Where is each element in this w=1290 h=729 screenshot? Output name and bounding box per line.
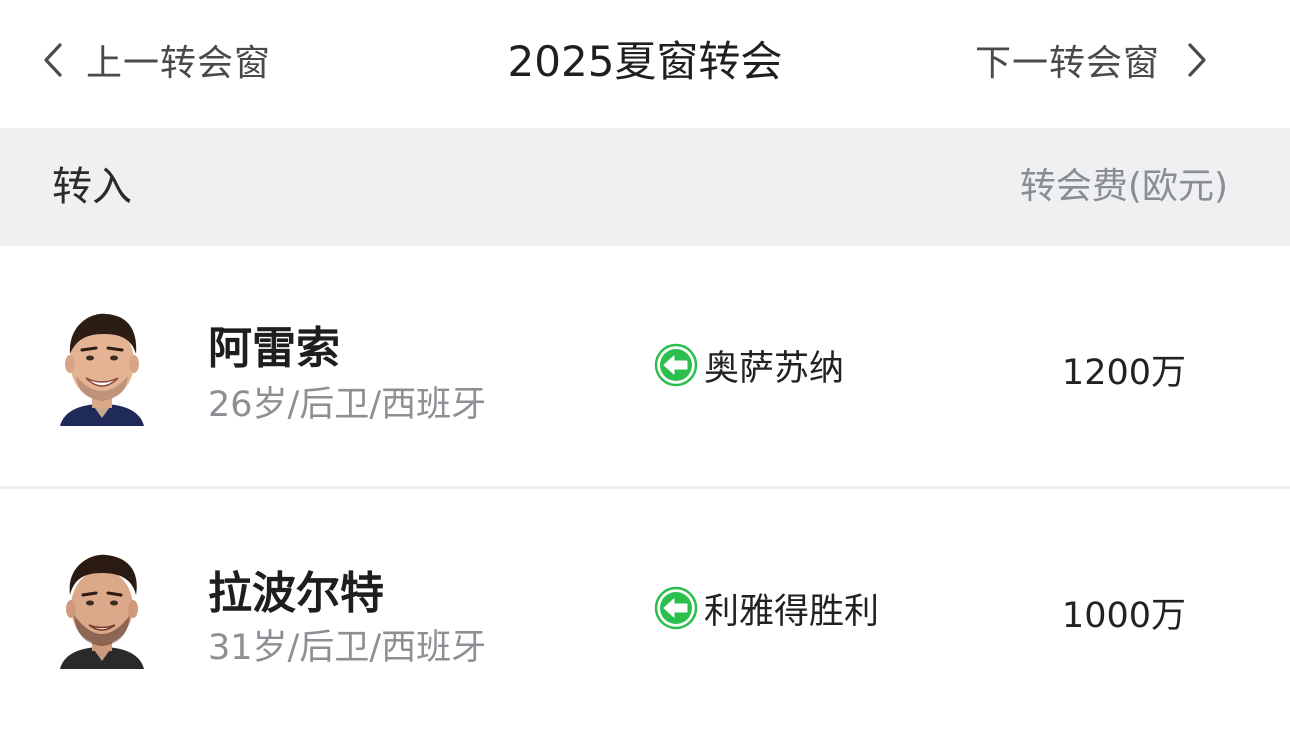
player-avatar	[52, 306, 152, 426]
next-window-button[interactable]: 下一转会窗	[975, 30, 1212, 90]
fee-column-header: 转会费(欧元)	[1019, 166, 1228, 207]
club-name: 利雅得胜利	[704, 591, 880, 632]
from-club[interactable]: 奥萨苏纳	[654, 343, 844, 389]
transfer-window-nav: 上一转会窗 2025夏窗转会 下一转会窗	[0, 0, 1290, 128]
arrow-left-in-icon	[654, 586, 698, 630]
section-title: 转入	[52, 164, 132, 210]
arrow-left-in-icon	[654, 343, 698, 387]
player-row[interactable]: 阿雷索 26岁/后卫/西班牙 奥萨苏纳 1200万	[0, 246, 1290, 486]
club-name: 奥萨苏纳	[704, 348, 845, 389]
transfer-fee: 1000万	[1061, 596, 1186, 636]
transfers-in-header: 转入 转会费(欧元)	[0, 128, 1290, 246]
player-name: 拉波尔特	[208, 568, 384, 619]
next-window-label: 下一转会窗	[974, 43, 1160, 84]
prev-window-label: 上一转会窗	[86, 43, 272, 84]
player-row[interactable]: 拉波尔特 31岁/后卫/西班牙 利雅得胜利 1000万	[0, 489, 1290, 729]
transfer-fee: 1200万	[1061, 353, 1186, 393]
player-meta: 26岁/后卫/西班牙	[208, 385, 487, 425]
player-avatar	[52, 549, 152, 669]
chevron-left-icon	[38, 40, 68, 80]
prev-window-button[interactable]: 上一转会窗	[38, 30, 271, 90]
player-meta: 31岁/后卫/西班牙	[208, 628, 487, 668]
player-name: 阿雷索	[208, 323, 340, 374]
chevron-right-icon	[1182, 40, 1212, 80]
from-club[interactable]: 利雅得胜利	[654, 586, 879, 632]
